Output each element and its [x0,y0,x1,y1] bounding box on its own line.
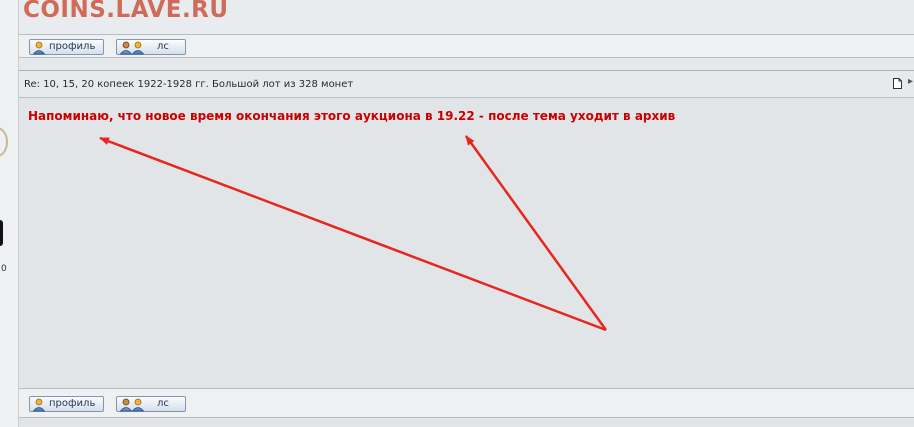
post-body [19,98,914,388]
pm-button[interactable]: лс [116,39,186,55]
arrow-right-icon[interactable]: ▸ [908,77,913,87]
post-header: Re: 10, 15, 20 копеек 1922-1928 гг. Боль… [19,71,914,97]
users-pm-icon [119,398,145,412]
users-pm-icon [119,41,145,55]
user-profile-icon [32,398,46,412]
post-count-fragment: 0 [1,264,7,274]
profile-button[interactable]: профиль [29,39,104,55]
post-actions-bottom: профиль лс [19,389,914,417]
author-column: 0 [0,0,19,427]
document-icon[interactable] [893,78,902,89]
pm-button[interactable]: лс [116,396,186,412]
post-message: Напоминаю, что новое время окончания это… [28,109,676,123]
profile-button[interactable]: профиль [29,396,104,412]
post-separator [19,58,914,70]
pm-button-label: лс [157,41,169,52]
profile-button-label: профиль [49,41,96,52]
pm-button-label: лс [157,398,169,409]
site-title[interactable]: COINS.LAVE.RU [23,0,229,23]
divider [19,417,914,418]
avatar-edge [0,127,8,157]
avatar-shape [0,220,3,246]
user-profile-icon [32,41,46,55]
post-actions-top: профиль лс [19,35,914,57]
post-subject[interactable]: Re: 10, 15, 20 копеек 1922-1928 гг. Боль… [24,79,353,90]
profile-button-label: профиль [49,398,96,409]
